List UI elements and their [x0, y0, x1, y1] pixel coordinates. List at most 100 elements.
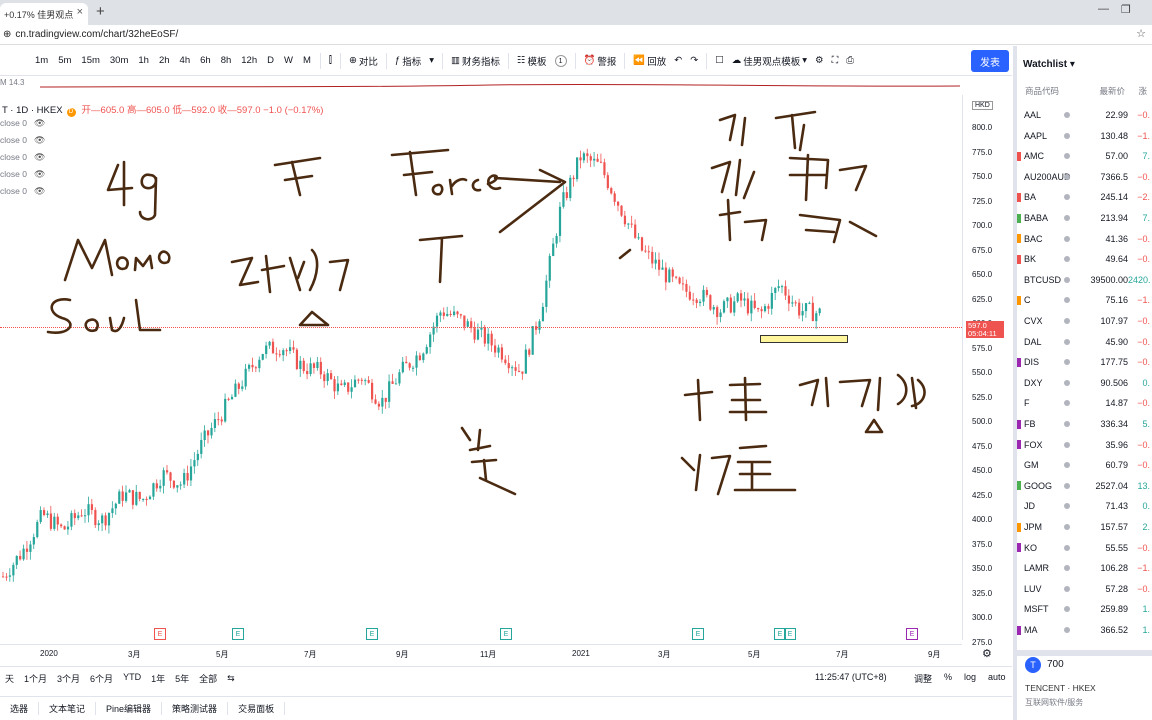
- range-2[interactable]: 3个月: [52, 672, 85, 685]
- row-marker: [1017, 625, 1021, 635]
- row-change: −0.: [1137, 357, 1150, 368]
- watchlist-row[interactable]: MSFT 259.89 1.: [1017, 599, 1152, 619]
- watchlist-row[interactable]: BAC 41.36 −0.: [1017, 229, 1152, 249]
- scale-option-1[interactable]: %: [944, 672, 952, 685]
- watchlist-row[interactable]: MA 366.52 1.: [1017, 620, 1152, 640]
- watchlist-row[interactable]: BA 245.14 −2.: [1017, 187, 1152, 207]
- publish-button[interactable]: 发表: [971, 50, 1009, 72]
- watchlist-row[interactable]: GOOG 2527.04 13.: [1017, 476, 1152, 496]
- watchlist-row[interactable]: KO 55.55 −0.: [1017, 538, 1152, 558]
- watchlist-row[interactable]: JD 71.43 0.: [1017, 496, 1152, 516]
- watchlist-row[interactable]: CVX 107.97 −0.: [1017, 311, 1152, 331]
- scale-option-3[interactable]: auto: [988, 672, 1006, 685]
- watchlist-row[interactable]: GM 60.79 −0.: [1017, 455, 1152, 475]
- row-symbol: AMC: [1024, 151, 1044, 162]
- price-tick-label: 800.0: [972, 123, 993, 132]
- watchlist-row[interactable]: C 75.16 −1.: [1017, 290, 1152, 310]
- candle[interactable]: [15, 555, 18, 565]
- watchlist-row[interactable]: DAL 45.90 −0.: [1017, 332, 1152, 352]
- bottom-tab-3[interactable]: 策略测试器: [162, 702, 229, 715]
- candle[interactable]: [2, 576, 5, 578]
- price-tick-label: 350.0: [972, 564, 993, 573]
- bookmark-star-icon[interactable]: ☆: [1136, 27, 1146, 40]
- row-symbol: LAMR: [1024, 563, 1050, 574]
- candle[interactable]: [60, 524, 63, 527]
- status-dot: [1064, 482, 1070, 489]
- watchlist-row[interactable]: AAL 22.99 −0.: [1017, 105, 1152, 125]
- earnings-marker[interactable]: E: [366, 628, 378, 640]
- current-price-tag: 597.0 05:04:11: [966, 321, 1004, 338]
- candle[interactable]: [63, 526, 66, 530]
- bottom-tab-0[interactable]: 选器: [0, 702, 40, 715]
- candle[interactable]: [97, 523, 100, 526]
- status-dot: [1064, 565, 1070, 572]
- earnings-marker[interactable]: E: [154, 628, 166, 640]
- watchlist-row[interactable]: DIS 177.75 −0.: [1017, 352, 1152, 372]
- row-last: 157.57: [1100, 522, 1128, 532]
- watchlist-row[interactable]: LUV 57.28 −0.: [1017, 579, 1152, 599]
- earnings-marker[interactable]: E: [906, 628, 918, 640]
- row-symbol: CVX: [1024, 316, 1043, 326]
- watchlist-title[interactable]: Watchlist ▾: [1023, 59, 1075, 70]
- status-dot: [1064, 421, 1070, 427]
- row-symbol: MA: [1024, 625, 1038, 635]
- candle[interactable]: [29, 544, 32, 552]
- row-change: 1.: [1142, 604, 1150, 615]
- watchlist-row[interactable]: F 14.87 −0.: [1017, 393, 1152, 413]
- row-change: −0.: [1137, 110, 1150, 120]
- earnings-marker[interactable]: E: [784, 628, 796, 640]
- range-0[interactable]: 天: [0, 672, 19, 685]
- watchlist-row[interactable]: AAPL 130.48 −1.: [1017, 126, 1152, 146]
- watchlist-row[interactable]: AU200AUD 7366.5 −0.: [1017, 167, 1152, 187]
- maximize-icon[interactable]: ❐: [1121, 3, 1131, 16]
- handwriting-layer[interactable]: [0, 0, 960, 520]
- row-marker: [1017, 522, 1021, 532]
- range-7[interactable]: 全部: [194, 672, 222, 685]
- watchlist-row[interactable]: BTCUSD 39500.00 2420.: [1017, 270, 1152, 290]
- range-5[interactable]: 1年: [146, 672, 170, 685]
- row-last: 35.96: [1105, 439, 1128, 450]
- range-6[interactable]: 5年: [170, 672, 194, 685]
- watchlist-row[interactable]: AMC 57.00 7.: [1017, 146, 1152, 166]
- earnings-marker[interactable]: E: [500, 628, 512, 640]
- range-3[interactable]: 6个月: [85, 672, 118, 685]
- watchlist-row[interactable]: DXY 90.506 0.: [1017, 373, 1152, 393]
- axis-settings-icon[interactable]: ⚙: [982, 647, 992, 660]
- watchlist-row[interactable]: JPM 157.57 2.: [1017, 517, 1152, 537]
- bottom-tab-4[interactable]: 交易面板: [228, 702, 286, 715]
- candle[interactable]: [8, 575, 12, 577]
- minimize-icon[interactable]: —: [1098, 3, 1109, 15]
- scale-option-0[interactable]: 调整: [914, 672, 932, 685]
- annotation-4g: [106, 160, 158, 221]
- candle[interactable]: [22, 548, 25, 560]
- watchlist-row[interactable]: LAMR 106.28 −1.: [1017, 558, 1152, 578]
- candle[interactable]: [66, 526, 70, 530]
- time-tick-label: 3月: [128, 650, 141, 659]
- clock[interactable]: 11:25:47 (UTC+8): [815, 672, 887, 682]
- bottom-tab-2[interactable]: Pine编辑器: [96, 702, 163, 715]
- range-4[interactable]: YTD: [118, 672, 146, 685]
- row-last: 130.48: [1100, 130, 1128, 141]
- candle[interactable]: [12, 564, 15, 576]
- earnings-marker[interactable]: E: [232, 628, 244, 640]
- annotation-top-right: [710, 110, 878, 244]
- status-dot: [1064, 544, 1070, 551]
- row-last: 75.16: [1105, 295, 1128, 306]
- scale-option-2[interactable]: log: [964, 672, 976, 685]
- candle[interactable]: [32, 537, 35, 545]
- watchlist-row[interactable]: BABA 213.94 7.: [1017, 208, 1152, 228]
- watchlist-row[interactable]: FB 336.34 5.: [1017, 414, 1152, 434]
- row-last: 14.87: [1105, 398, 1128, 409]
- candle[interactable]: [19, 555, 22, 560]
- price-tick-label: 300.0: [972, 613, 993, 622]
- compare-range-icon[interactable]: ⇆: [222, 673, 240, 684]
- candle[interactable]: [25, 548, 29, 552]
- candle[interactable]: [36, 521, 39, 538]
- range-1[interactable]: 1个月: [19, 672, 52, 685]
- watchlist-row[interactable]: FOX 35.96 −0.: [1017, 435, 1152, 455]
- bottom-tab-1[interactable]: 文本笔记: [39, 702, 97, 715]
- earnings-marker[interactable]: E: [692, 628, 704, 640]
- watchlist-row[interactable]: BK 49.64 −0.: [1017, 249, 1152, 269]
- row-marker: [1017, 419, 1021, 429]
- candle[interactable]: [5, 576, 8, 578]
